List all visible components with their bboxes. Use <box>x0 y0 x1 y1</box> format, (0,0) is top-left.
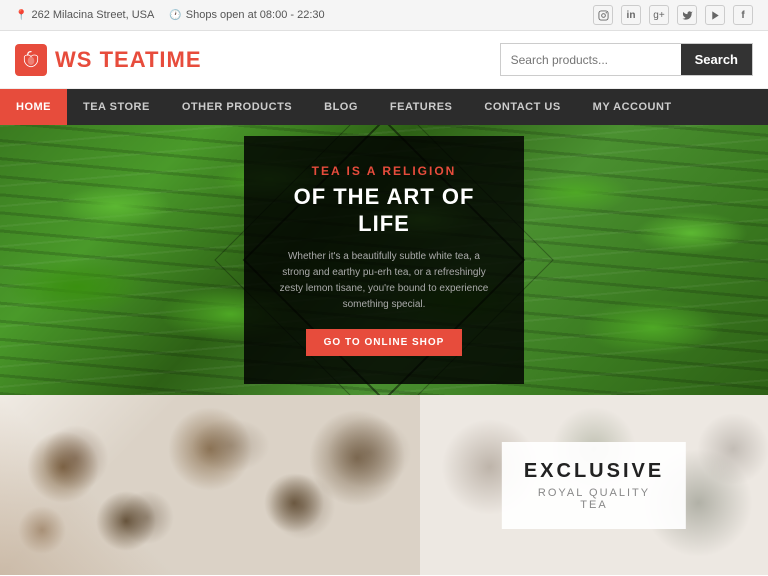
nav-home[interactable]: HOME <box>0 89 67 125</box>
pin-icon <box>15 9 27 21</box>
tea-items-image <box>0 395 420 575</box>
exclusive-card: EXCLUSIVE ROYAL QUALITY TEA <box>502 442 686 529</box>
hero-content: TEA IS A RELIGION OF THE ART OF LIFE Whe… <box>244 136 524 384</box>
hero-section: TEA IS A RELIGION OF THE ART OF LIFE Whe… <box>0 125 768 395</box>
hours-text: Shops open at 08:00 - 22:30 <box>186 9 325 21</box>
search-button[interactable]: Search <box>681 44 752 75</box>
top-bar-left: 262 Milacina Street, USA Shops open at 0… <box>15 9 325 21</box>
clock-icon <box>169 9 181 21</box>
exclusive-subtitle: ROYAL QUALITY TEA <box>524 487 664 511</box>
nav-account[interactable]: MY ACCOUNT <box>577 89 688 125</box>
googleplus-label: g+ <box>653 10 664 21</box>
hero-overlay: TEA IS A RELIGION OF THE ART OF LIFE Whe… <box>0 125 768 395</box>
header: WS TEATIME Search <box>0 31 768 89</box>
social-icons: in g+ f <box>593 5 753 25</box>
instagram-icon[interactable] <box>593 5 613 25</box>
linkedin-label: in <box>627 10 636 21</box>
hero-title: OF THE ART OF LIFE <box>279 184 489 237</box>
youtube-icon[interactable] <box>705 5 725 25</box>
hero-description: Whether it's a beautifully subtle white … <box>279 249 489 313</box>
tea-display <box>0 395 420 575</box>
navigation: HOME TEA STORE OTHER PRODUCTS BLOG FEATU… <box>0 89 768 125</box>
facebook-label: f <box>741 10 744 21</box>
address-text: 262 Milacina Street, USA <box>31 9 154 21</box>
facebook-icon[interactable]: f <box>733 5 753 25</box>
hero-cta-button[interactable]: GO TO ONLINE SHOP <box>306 329 463 356</box>
exclusive-section: EXCLUSIVE ROYAL QUALITY TEA <box>420 395 768 575</box>
bottom-section: EXCLUSIVE ROYAL QUALITY TEA <box>0 395 768 575</box>
twitter-icon[interactable] <box>677 5 697 25</box>
logo-text: WS TEATIME <box>55 47 202 73</box>
nav-blog[interactable]: BLOG <box>308 89 374 125</box>
googleplus-icon[interactable]: g+ <box>649 5 669 25</box>
address-info: 262 Milacina Street, USA <box>15 9 154 21</box>
search-bar: Search <box>500 43 753 76</box>
nav-features[interactable]: FEATURES <box>374 89 468 125</box>
top-bar: 262 Milacina Street, USA Shops open at 0… <box>0 0 768 31</box>
logo: WS TEATIME <box>15 44 202 76</box>
logo-name: TEATIME <box>100 47 202 72</box>
hero-subtitle: TEA IS A RELIGION <box>279 164 489 178</box>
linkedin-icon[interactable]: in <box>621 5 641 25</box>
nav-other-products[interactable]: OTHER PRODUCTS <box>166 89 308 125</box>
logo-prefix: WS <box>55 47 92 72</box>
search-input[interactable] <box>501 45 681 75</box>
nav-tea-store[interactable]: TEA STORE <box>67 89 166 125</box>
exclusive-title: EXCLUSIVE <box>524 460 664 483</box>
hours-info: Shops open at 08:00 - 22:30 <box>169 9 324 21</box>
logo-icon <box>15 44 47 76</box>
nav-contact[interactable]: CONTACT US <box>468 89 576 125</box>
